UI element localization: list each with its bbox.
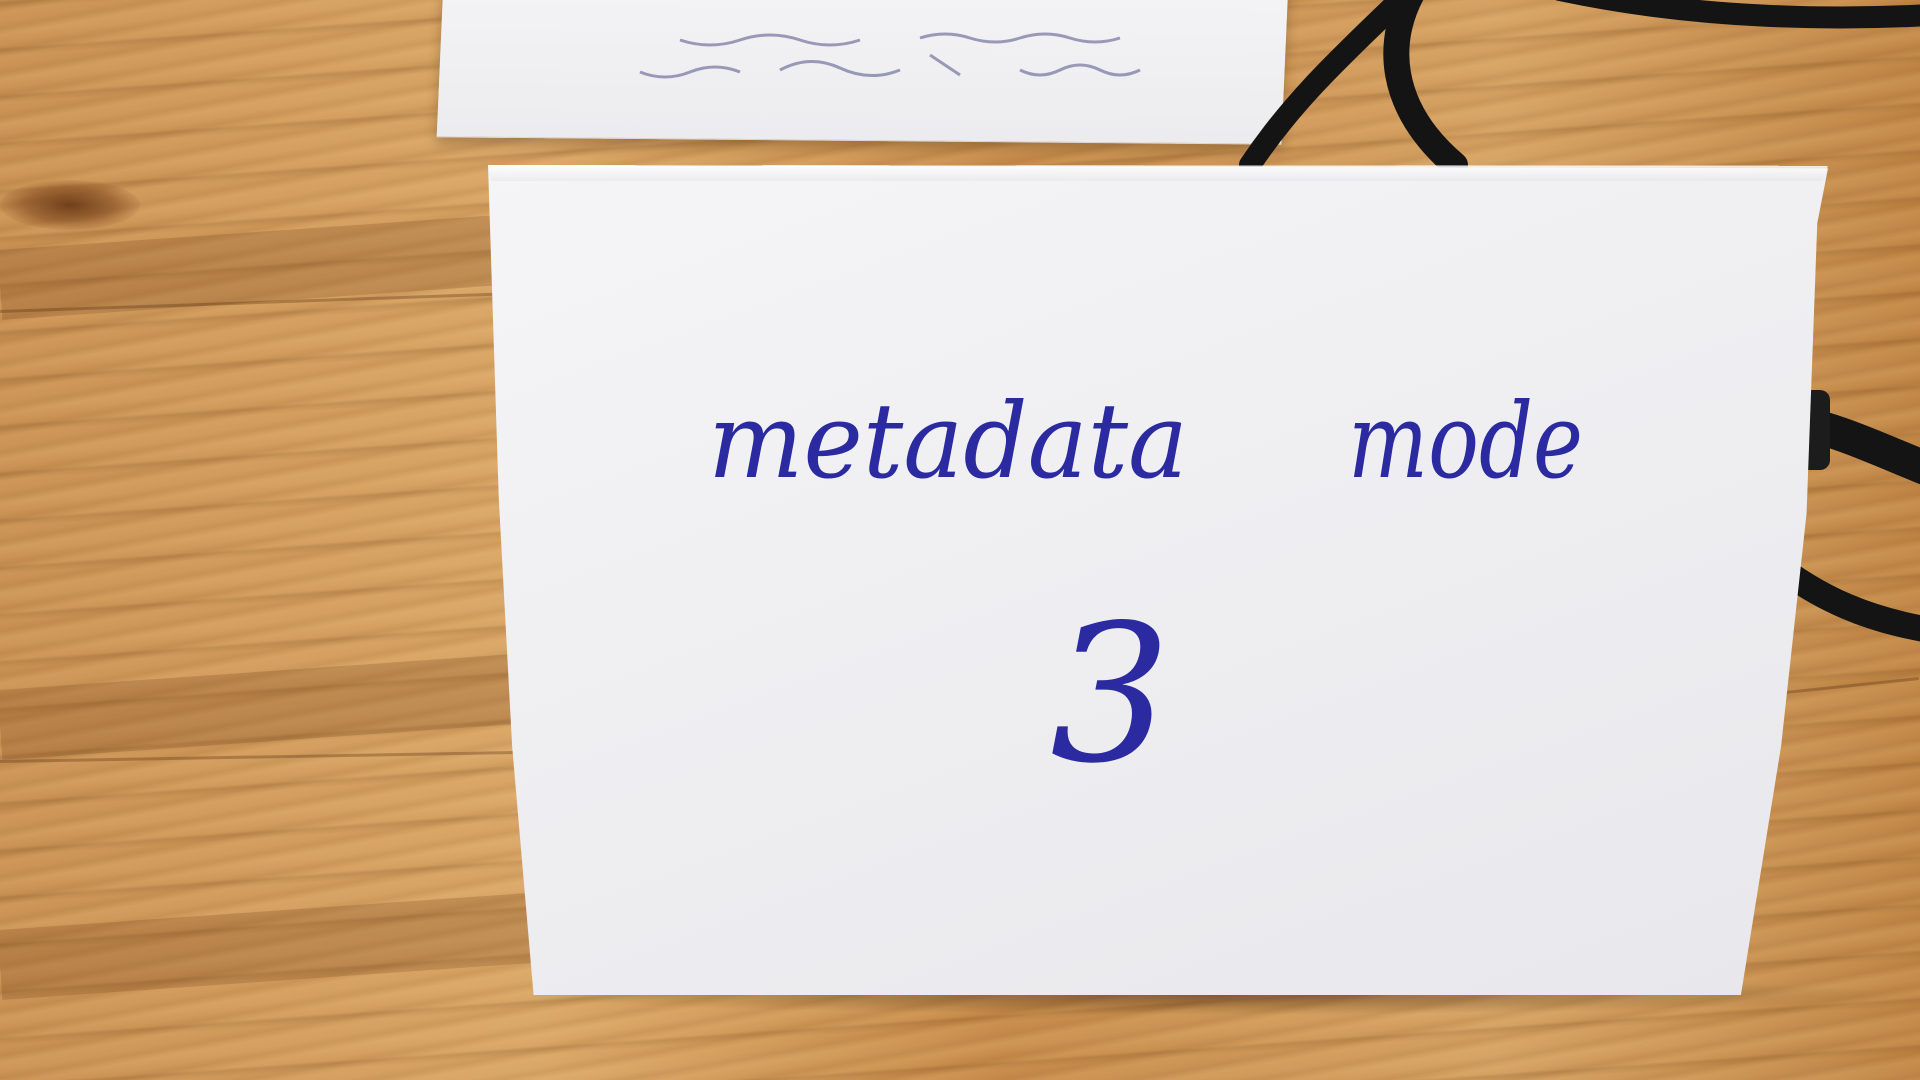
black-cable bbox=[1555, 0, 1920, 29]
handwritten-word-mode: mode bbox=[1348, 385, 1583, 502]
photo-scene: metadata mode 3 bbox=[0, 0, 1920, 1080]
handwritten-word-metadata: metadata bbox=[708, 385, 1188, 502]
handwritten-title: metadata mode bbox=[708, 385, 1583, 502]
card-fold-edge bbox=[488, 165, 1828, 181]
folded-paper-card bbox=[488, 165, 1828, 995]
black-cable bbox=[1383, 0, 1468, 178]
handwritten-digit-3: 3 bbox=[1050, 600, 1171, 780]
handwritten-number: 3 bbox=[1050, 600, 1171, 780]
